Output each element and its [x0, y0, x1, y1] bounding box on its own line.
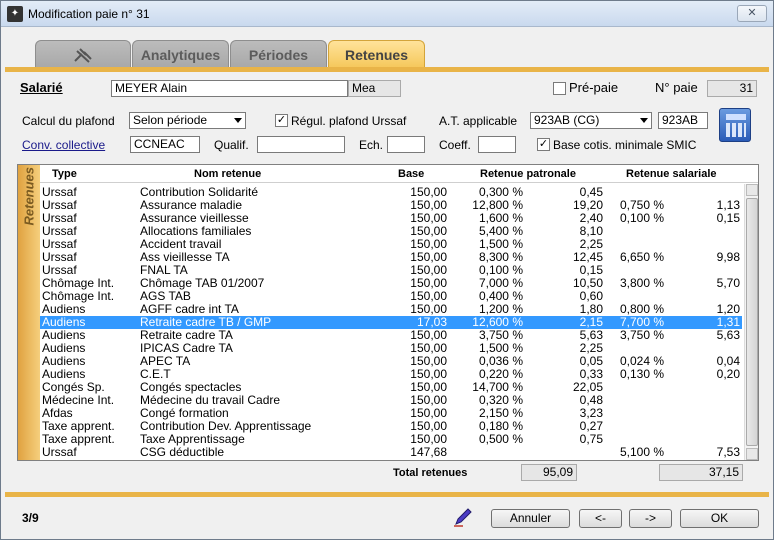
col-patronale[interactable]: Retenue patronale: [480, 168, 576, 180]
col-base[interactable]: Base: [398, 168, 424, 180]
ok-button[interactable]: OK: [680, 509, 759, 528]
regul-checkbox[interactable]: ✓: [275, 114, 288, 127]
window: ✦ Modification paie n° 31 ✕ Analytiques …: [0, 0, 774, 540]
at-value: 923AB (CG): [534, 113, 600, 127]
cell-type: Urssaf: [42, 445, 77, 459]
col-name[interactable]: Nom retenue: [194, 168, 261, 180]
window-title: Modification paie n° 31: [28, 7, 150, 21]
tab-periodes[interactable]: Périodes: [230, 40, 327, 68]
cell-patronale-pct: 0,500 %: [478, 432, 523, 446]
cell-salariale-pct: 6,650 %: [620, 250, 665, 264]
at-label: A.T. applicable: [439, 114, 518, 128]
cell-patronale: 0,75: [579, 432, 603, 446]
cell-salariale: 5,63: [716, 328, 740, 342]
cell-salariale-pct: 5,100 %: [620, 445, 665, 459]
chevron-down-icon: [234, 118, 242, 123]
prepaie-label: Pré-paie: [569, 80, 619, 95]
base-smic-label: Base cotis. minimale SMIC: [553, 138, 697, 152]
base-smic-checkbox[interactable]: ✓: [537, 138, 550, 151]
calculator-icon: [726, 114, 746, 120]
tools-icon: [74, 48, 92, 64]
cell-salariale-pct: 0,130 %: [620, 367, 665, 381]
conv-collective-link[interactable]: Conv. collective: [22, 138, 105, 152]
prepaie-checkbox[interactable]: [553, 82, 566, 95]
cell-salariale-pct: 3,800 %: [620, 276, 665, 290]
col-salariale[interactable]: Retenue salariale: [626, 168, 717, 180]
cell-salariale: 9,98: [716, 250, 740, 264]
previous-button[interactable]: <-: [579, 509, 622, 528]
tab-tools[interactable]: [35, 40, 131, 68]
vertical-scrollbar[interactable]: [744, 184, 758, 460]
cancel-button[interactable]: Annuler: [491, 509, 570, 528]
calcul-plafond-value: Selon période: [133, 113, 208, 127]
ech-label: Ech.: [359, 138, 384, 152]
cell-salariale-pct: 0,100 %: [620, 211, 665, 225]
coeff-field[interactable]: [478, 136, 516, 153]
grid-side-label: Retenues: [18, 165, 40, 460]
npaie-label: N° paie: [655, 80, 698, 95]
salarie-code-field: Mea: [348, 80, 401, 97]
page-indicator: 3/9: [22, 511, 39, 525]
cell-salariale: 0,20: [716, 367, 740, 381]
total-patronale: 95,09: [521, 464, 577, 481]
npaie-field: 31: [707, 80, 757, 97]
table-row[interactable]: Urssaf CSG déductible 147,68 5,100 % 7,53: [40, 446, 742, 459]
grid-header: Type Nom retenue Base Retenue patronale …: [40, 165, 758, 183]
next-button[interactable]: ->: [629, 509, 672, 528]
tab-underline: [5, 67, 769, 72]
scroll-thumb[interactable]: [746, 198, 758, 446]
calculator-button[interactable]: [719, 108, 751, 142]
tab-retenues[interactable]: Retenues: [328, 40, 425, 68]
cell-salariale: 0,15: [716, 211, 740, 225]
salarie-label[interactable]: Salarié: [20, 80, 63, 95]
cell-name: CSG déductible: [140, 445, 225, 459]
total-label: Total retenues: [393, 467, 468, 479]
footer-separator: [5, 492, 769, 497]
salarie-name-field[interactable]: MEYER Alain: [111, 80, 348, 97]
total-salariale: 37,15: [659, 464, 743, 481]
qualif-field[interactable]: [257, 136, 345, 153]
col-type[interactable]: Type: [52, 168, 77, 180]
chevron-down-icon: [640, 118, 648, 123]
cell-base: 147,68: [410, 445, 447, 459]
conv-collective-field[interactable]: CCNEAC: [130, 136, 200, 153]
tab-strip: Analytiques Périodes Retenues: [1, 28, 773, 68]
cell-salariale: 7,53: [716, 445, 740, 459]
calcul-plafond-label: Calcul du plafond: [22, 114, 115, 128]
regul-label: Régul. plafond Urssaf: [291, 114, 407, 128]
at-select[interactable]: 923AB (CG): [530, 112, 652, 129]
coeff-label: Coeff.: [439, 138, 471, 152]
cell-salariale: 5,70: [716, 276, 740, 290]
qualif-label: Qualif.: [214, 138, 249, 152]
close-button[interactable]: ✕: [737, 5, 767, 22]
calcul-plafond-select[interactable]: Selon période: [129, 112, 246, 129]
pen-icon[interactable]: [453, 507, 473, 527]
scroll-up-icon[interactable]: [746, 184, 758, 196]
scroll-down-icon[interactable]: [746, 448, 758, 460]
grid-rows: Urssaf Contribution Solidarité 150,00 0,300…: [40, 186, 742, 459]
at-code-field[interactable]: 923AB: [658, 112, 708, 129]
cell-salariale-pct: 3,750 %: [620, 328, 665, 342]
title-bar: ✦ Modification paie n° 31 ✕: [1, 1, 773, 27]
app-icon: ✦: [7, 6, 23, 22]
tab-analytiques[interactable]: Analytiques: [132, 40, 229, 68]
ech-field[interactable]: [387, 136, 425, 153]
retenues-grid: Retenues Type Nom retenue Base Retenue p…: [17, 164, 759, 461]
